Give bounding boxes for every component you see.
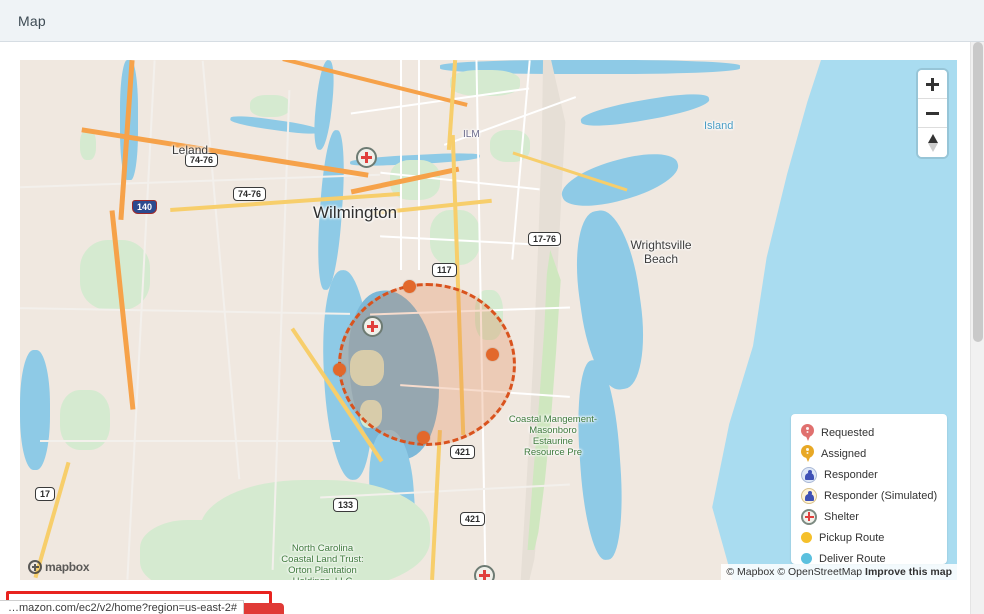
legend-label: Deliver Route	[819, 552, 886, 565]
shelter-marker[interactable]	[356, 147, 377, 168]
legend-label: Responder	[824, 468, 878, 481]
map-label-airport: ILM	[463, 129, 480, 140]
requested-pin-icon	[801, 424, 814, 441]
priority-zone-vertex[interactable]	[403, 280, 416, 293]
legend-item-requested: Requested	[801, 422, 937, 443]
mapbox-mark-icon	[28, 560, 42, 574]
map-legend: Requested Assigned Responder Responder (…	[791, 414, 947, 564]
shelter-cross-icon	[479, 570, 490, 580]
page-scrollbar[interactable]	[970, 42, 984, 614]
map-label-wrightsville-beach: Wrightsville Beach	[630, 238, 692, 266]
map-label-leland: Leland	[172, 143, 209, 157]
map-label-masonboro-reserve: Coastal Mangement- Masonboro Estaurine R…	[508, 414, 598, 458]
priority-zone-vertex[interactable]	[333, 363, 346, 376]
legend-item-shelter: Shelter	[801, 506, 937, 527]
assigned-pin-icon	[801, 445, 814, 462]
deliver-route-dot-icon	[801, 553, 812, 564]
legend-item-assigned: Assigned	[801, 443, 937, 464]
attribution-osm[interactable]: © OpenStreetMap	[777, 566, 862, 578]
responder-simulated-icon	[801, 487, 817, 504]
map-greenspace	[80, 130, 96, 160]
map-greenspace	[140, 520, 260, 580]
map-nav-controls[interactable]	[918, 70, 947, 157]
shelter-icon	[801, 508, 817, 525]
legend-label: Pickup Route	[819, 531, 885, 544]
map-greenspace	[250, 95, 290, 117]
legend-label: Responder (Simulated)	[824, 489, 938, 502]
map-attribution: © Mapbox © OpenStreetMap Improve this ma…	[721, 564, 957, 580]
zoom-in-button[interactable]	[918, 70, 947, 99]
map-road	[40, 440, 340, 442]
map-label-orton-plantation: North Carolina Coastal Land Trust: Orton…	[281, 543, 364, 580]
route-shield: 140	[132, 200, 158, 214]
map-label-city: Wilmington	[313, 203, 398, 222]
legend-label: Assigned	[821, 447, 867, 460]
shelter-marker[interactable]	[362, 316, 383, 337]
priority-zone-polygon[interactable]	[338, 283, 516, 446]
shelter-cross-icon	[367, 321, 378, 332]
legend-item-responder-simulated: Responder (Simulated)	[801, 485, 937, 506]
priority-zone-vertex[interactable]	[417, 431, 430, 444]
zoom-out-button[interactable]	[918, 99, 947, 128]
page-title: Map	[18, 12, 46, 29]
legend-item-deliver-route: Deliver Route	[801, 548, 937, 564]
route-shield: 133	[333, 498, 359, 512]
status-url-bar: …mazon.com/ec2/v2/home?region=us-east-2#	[0, 600, 244, 614]
shelter-marker[interactable]	[474, 565, 495, 580]
priority-zone-vertex[interactable]	[486, 348, 499, 361]
route-shield: 74-76	[233, 187, 267, 201]
legend-item-responder: Responder	[801, 464, 937, 485]
responder-icon	[801, 466, 817, 483]
legend-item-pickup-route: Pickup Route	[801, 527, 937, 548]
mapbox-logo[interactable]: mapbox	[28, 560, 90, 574]
page-body: 140 74-76 74-76 17-76 117 421 421 17 133…	[0, 42, 984, 614]
legend-label: Shelter	[824, 510, 859, 523]
page-scrollbar-thumb[interactable]	[973, 42, 983, 342]
app-header: Map	[0, 0, 984, 42]
map-label-island: Island	[704, 120, 734, 132]
map-road	[400, 60, 402, 270]
pickup-route-dot-icon	[801, 532, 812, 543]
route-shield: 17	[35, 487, 56, 501]
route-shield: 421	[460, 512, 486, 526]
legend-label: Requested	[821, 426, 875, 439]
route-shield: 117	[432, 263, 457, 277]
improve-this-map-link[interactable]: Improve this map	[865, 566, 952, 578]
shelter-cross-icon	[361, 152, 372, 163]
route-shield: 421	[450, 445, 476, 459]
mapbox-wordmark: mapbox	[45, 560, 90, 574]
route-shield: 17-76	[528, 232, 562, 246]
attribution-mapbox[interactable]: © Mapbox	[726, 566, 774, 578]
map-viewport[interactable]: 140 74-76 74-76 17-76 117 421 421 17 133…	[20, 60, 957, 580]
reset-north-button[interactable]	[918, 128, 947, 157]
map-water	[20, 350, 50, 470]
